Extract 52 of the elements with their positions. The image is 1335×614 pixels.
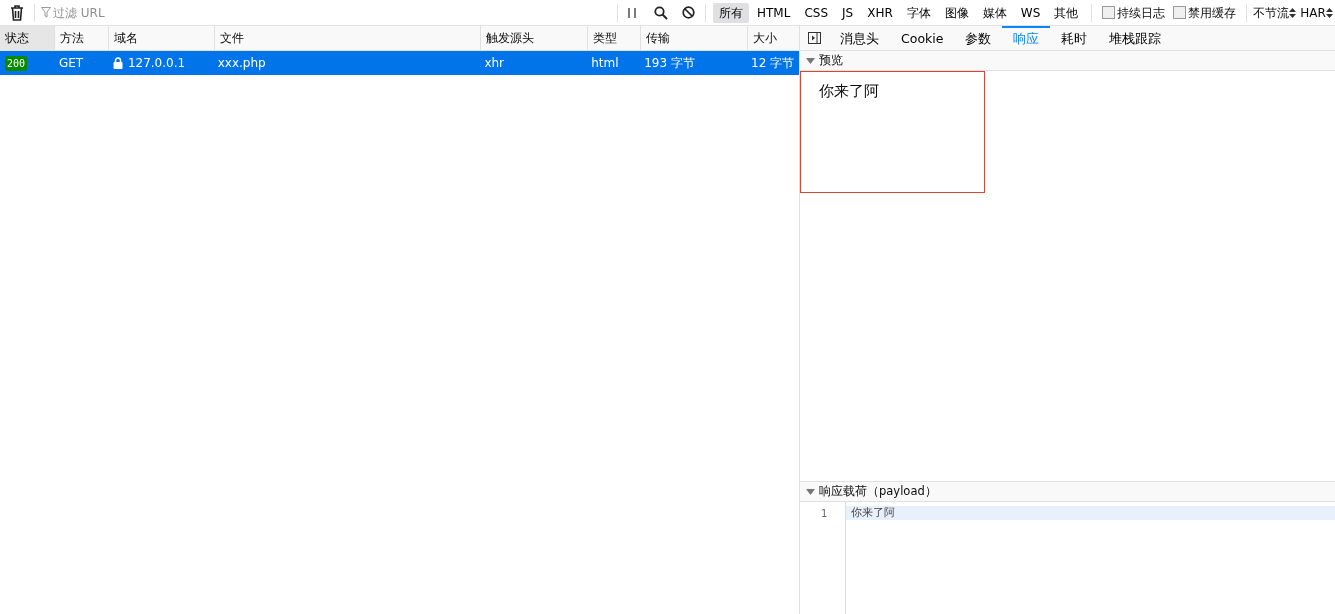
type-filter-button[interactable]: WS <box>1014 2 1047 23</box>
checkbox[interactable] <box>1173 6 1187 19</box>
tab[interactable]: Cookie <box>890 26 955 50</box>
type-filter-button[interactable]: 字体 <box>900 2 937 23</box>
table-cell-text: html <box>591 55 619 72</box>
column-header[interactable]: 方法 <box>53 26 108 50</box>
type-filter-button[interactable]: JS <box>836 2 860 23</box>
preview-frame: 你来了阿 <box>800 71 985 193</box>
line-number: 1 <box>819 507 827 521</box>
column-header[interactable]: 触发源头 <box>480 26 588 50</box>
block-icon <box>682 6 695 19</box>
table-cell-text: xxx.php <box>217 55 266 72</box>
checkbox[interactable] <box>1102 6 1116 19</box>
table-cell-text: 193 字节 <box>644 55 695 72</box>
tab[interactable]: 消息头 <box>829 26 890 50</box>
type-filter-button[interactable]: 媒体 <box>976 2 1013 23</box>
checkbox-label: 禁用缓存 <box>1188 4 1237 22</box>
column-header[interactable]: 传输 <box>640 26 748 50</box>
table-cell-text: 127.0.0.1 <box>127 55 186 72</box>
triangle-icon[interactable] <box>806 57 815 64</box>
status-badge: 200 <box>5 55 28 71</box>
tab[interactable]: 堆栈跟踪 <box>1098 26 1173 50</box>
search-icon <box>654 5 668 20</box>
column-header[interactable]: 文件 <box>213 26 481 50</box>
checkbox-label: 持续日志 <box>1117 4 1166 22</box>
filter-icon <box>41 7 51 18</box>
section-title: 响应载荷（payload） <box>819 482 937 500</box>
har-dropdown[interactable]: HAR <box>1300 3 1326 22</box>
column-header[interactable]: 大小 <box>747 26 799 50</box>
trash-icon <box>10 4 24 21</box>
triangle-icon[interactable] <box>806 488 815 495</box>
throttle-dropdown[interactable]: 不节流 <box>1253 3 1290 22</box>
table-cell-text: 12 字节 <box>751 55 795 72</box>
tab[interactable]: 参数 <box>954 26 1003 50</box>
section-title: 预览 <box>819 51 843 69</box>
sort-arrows-icon <box>1289 7 1297 18</box>
tab[interactable]: 耗时 <box>1050 26 1099 50</box>
pause-icon <box>628 6 636 19</box>
type-filter-button[interactable]: 图像 <box>938 2 975 23</box>
request-row[interactable]: 200 GET 127.0.0.1 xxx.php xhr html 193 字节 12 字节 <box>0 51 799 75</box>
column-header[interactable]: 状态 <box>0 26 54 50</box>
type-filter-button[interactable]: 所有 <box>713 2 749 23</box>
type-filter-button[interactable]: CSS <box>798 2 835 23</box>
sort-arrows-icon <box>1325 7 1333 18</box>
sidebar-icon <box>808 32 821 44</box>
type-filter-button[interactable]: HTML <box>751 2 797 23</box>
type-filter-button[interactable]: 其他 <box>1048 2 1085 23</box>
column-header[interactable]: 类型 <box>587 26 641 50</box>
table-cell-text: xhr <box>484 55 505 72</box>
table-cell-text: GET <box>58 55 84 72</box>
column-header[interactable]: 域名 <box>107 26 214 50</box>
type-filter-button[interactable]: XHR <box>861 2 899 23</box>
